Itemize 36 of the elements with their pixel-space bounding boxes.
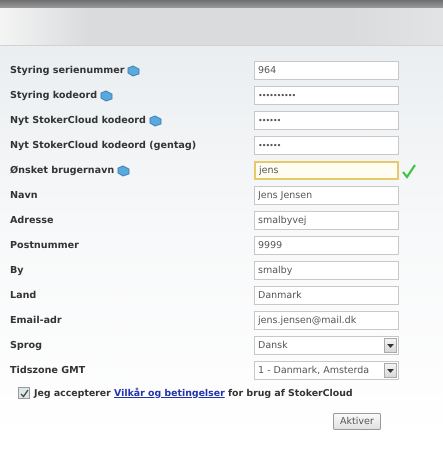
field-label: Nyt StokerCloud kodeord (gentag) [10,140,196,151]
password-field[interactable]: •••••• [254,111,399,130]
activate-button[interactable]: Aktiver [333,413,381,430]
field-label: Postnummer [10,240,79,251]
terms-link[interactable]: Vilkår og betingelser [114,388,225,398]
field-label: By [10,265,24,276]
checkbox[interactable] [18,387,30,399]
field-label: Styring kodeord [10,90,98,101]
field-label: Navn [10,190,38,201]
field-label: Nyt StokerCloud kodeord [10,115,146,126]
input-field[interactable]: jens.jensen@mail.dk [254,311,399,330]
caret-icon [387,344,394,348]
help-icon[interactable] [127,64,140,76]
input-field[interactable]: 964 [254,61,399,80]
password-field[interactable]: •••••••••• [254,86,399,105]
dropdown[interactable]: Dansk [254,336,399,355]
field-label: Styring serienummer [10,65,124,76]
password-field[interactable]: •••••• [254,136,399,155]
field-label: Sprog [10,340,42,351]
field-label: Land [10,290,36,301]
help-icon[interactable] [117,164,130,176]
field-label: Email-adr [10,315,62,326]
input-field[interactable]: smalbyvej [254,211,399,230]
caret-icon [387,368,394,372]
input-field[interactable]: smalby [254,261,399,280]
terms-text: Jeg accepterer Vilkår og betingelser for brug af StokerCloud [34,388,353,398]
input-field[interactable]: Danmark [254,286,399,305]
dropdown[interactable]: 1 - Danmark, Amsterda [254,361,399,380]
input-field[interactable]: 9999 [254,236,399,255]
input-field[interactable]: jens [254,161,399,180]
help-icon[interactable] [100,90,114,102]
checkmark-icon [401,162,417,178]
field-label: Tidszone GMT [10,365,86,376]
help-icon[interactable] [148,114,162,126]
field-label: Adresse [10,215,54,226]
field-label: Ønsket brugernavn [10,165,114,176]
